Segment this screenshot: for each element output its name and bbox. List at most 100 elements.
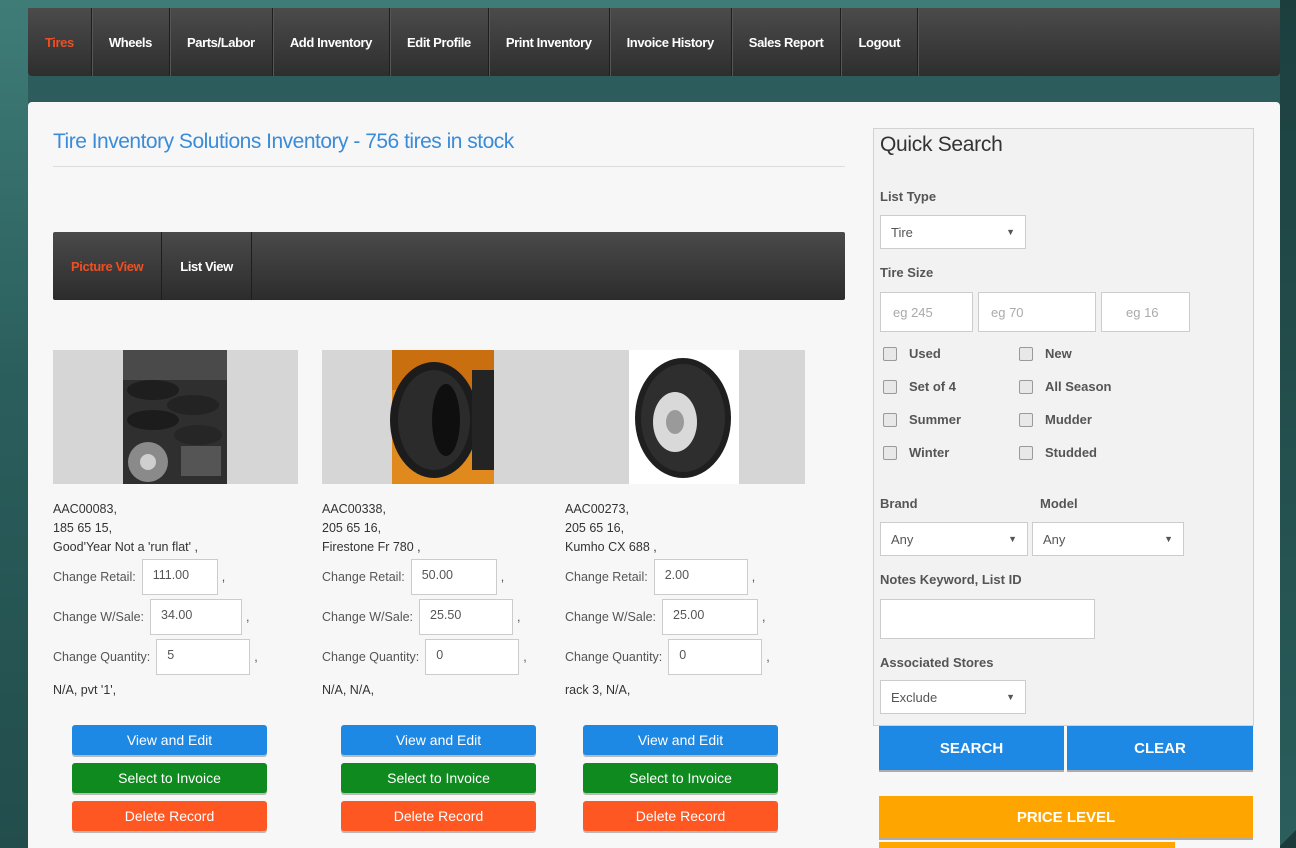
tab-picture-view[interactable]: Picture View [53, 232, 163, 300]
checkbox-label: Set of 4 [909, 379, 956, 394]
delete-record-button[interactable]: Delete Record [341, 801, 536, 831]
chevron-down-icon: ▼ [1006, 692, 1015, 702]
used-checkbox[interactable]: Used [883, 346, 941, 361]
card-actions: View and Edit Select to Invoice Delete R… [341, 725, 567, 831]
nav-parts-labor[interactable]: Parts/Labor [170, 8, 273, 76]
retail-row: Change Retail: 111.00 , [53, 557, 298, 597]
retail-input[interactable]: 2.00 [653, 559, 748, 595]
tire-size: 205 65 16, [322, 521, 382, 535]
tire-details: AAC00273, 205 65 16, Kumho CX 688 , [565, 500, 810, 557]
view-edit-button[interactable]: View and Edit [583, 725, 778, 755]
retail-input[interactable]: 111.00 [141, 559, 218, 595]
delete-record-button[interactable]: Delete Record [72, 801, 267, 831]
retail-label: Change Retail: [53, 570, 136, 584]
aspect-input[interactable]: eg 70 [978, 292, 1096, 332]
list-type-select[interactable]: Tire ▼ [880, 215, 1026, 249]
tire-notes: rack 3, N/A, [565, 683, 631, 697]
tire-notes: N/A, N/A, [322, 683, 375, 697]
checkbox-label: Mudder [1045, 412, 1092, 427]
nav-add-inventory[interactable]: Add Inventory [273, 8, 391, 76]
separator: , [246, 610, 250, 624]
nav-invoice-history[interactable]: Invoice History [610, 8, 732, 76]
model-select[interactable]: Any ▼ [1032, 522, 1184, 556]
separator: , [221, 570, 226, 584]
tire-photo[interactable] [322, 350, 567, 484]
select-to-invoice-button[interactable]: Select to Invoice [72, 763, 267, 793]
brand-select[interactable]: Any ▼ [880, 522, 1028, 556]
separator: , [500, 570, 505, 584]
tire-description: Good'Year Not a 'run flat' , [53, 540, 198, 554]
separator: , [523, 650, 527, 664]
main-navbar: Tires Wheels Parts/Labor Add Inventory E… [28, 8, 1280, 76]
chevron-down-icon: ▼ [1008, 534, 1017, 544]
delete-record-button[interactable]: Delete Record [583, 801, 778, 831]
nav-print-inventory[interactable]: Print Inventory [489, 8, 610, 76]
separator: , [517, 610, 521, 624]
tire-photo[interactable] [563, 350, 805, 484]
width-input[interactable]: eg 245 [880, 292, 973, 332]
quantity-input[interactable]: 0 [668, 639, 763, 675]
tire-id: AAC00338, [322, 502, 386, 516]
checkbox-box [883, 346, 897, 361]
tire-id: AAC00273, [565, 502, 629, 516]
notes-keyword-input[interactable] [880, 599, 1095, 639]
checkbox-box [1019, 412, 1033, 427]
search-button[interactable]: SEARCH [879, 726, 1064, 770]
checkbox-box [883, 445, 897, 460]
set-of-4-checkbox[interactable]: Set of 4 [883, 379, 956, 394]
list-type-label: List Type [880, 189, 937, 204]
wsale-input[interactable]: 34.00 [150, 599, 243, 635]
checkbox-label: All Season [1045, 379, 1112, 394]
wsale-input[interactable]: 25.00 [662, 599, 759, 635]
checkbox-box [1019, 379, 1033, 394]
tire-description: Kumho CX 688 , [565, 540, 657, 554]
wsale-row: Change W/Sale: 25.50 , [322, 597, 567, 637]
price-level-button[interactable]: PRICE LEVEL [879, 796, 1253, 838]
clear-button[interactable]: CLEAR [1067, 726, 1253, 770]
tab-list-view[interactable]: List View [162, 232, 252, 300]
window-corner [1278, 830, 1296, 848]
model-label: Model [1040, 496, 1078, 511]
tire-notes: N/A, pvt '1', [53, 683, 117, 697]
quantity-label: Change Quantity: [322, 650, 420, 664]
brand-label: Brand [880, 496, 918, 511]
nav-wheels[interactable]: Wheels [92, 8, 170, 76]
wsale-row: Change W/Sale: 25.00 , [565, 597, 810, 637]
retail-row: Change Retail: 50.00 , [322, 557, 567, 597]
nav-edit-profile[interactable]: Edit Profile [390, 8, 489, 76]
quantity-label: Change Quantity: [53, 650, 151, 664]
select-to-invoice-button[interactable]: Select to Invoice [583, 763, 778, 793]
quantity-row: Change Quantity: 0 , [322, 637, 567, 677]
nav-logout[interactable]: Logout [841, 8, 919, 76]
tire-photo[interactable] [53, 350, 298, 484]
new-checkbox[interactable]: New [1019, 346, 1072, 361]
wsale-label: Change W/Sale: [565, 610, 657, 624]
all-season-checkbox[interactable]: All Season [1019, 379, 1111, 394]
content-panel: Tire Inventory Solutions Inventory - 756… [28, 102, 1280, 848]
rim-input[interactable]: eg 16 [1101, 292, 1190, 332]
checkbox-box [883, 379, 897, 394]
summer-checkbox[interactable]: Summer [883, 412, 961, 427]
card-actions: View and Edit Select to Invoice Delete R… [583, 725, 810, 831]
associated-stores-select[interactable]: Exclude ▼ [880, 680, 1026, 714]
window-frame-left [0, 0, 28, 848]
nav-tires[interactable]: Tires [28, 8, 92, 76]
quantity-input[interactable]: 0 [425, 639, 520, 675]
winter-checkbox[interactable]: Winter [883, 445, 949, 460]
retail-input[interactable]: 50.00 [410, 559, 497, 595]
view-edit-button[interactable]: View and Edit [72, 725, 267, 755]
nav-sales-report[interactable]: Sales Report [732, 8, 842, 76]
mudder-checkbox[interactable]: Mudder [1019, 412, 1092, 427]
checkbox-box [883, 412, 897, 427]
select-to-invoice-button[interactable]: Select to Invoice [341, 763, 536, 793]
retail-label: Change Retail: [322, 570, 405, 584]
quantity-input[interactable]: 5 [156, 639, 251, 675]
card-actions: View and Edit Select to Invoice Delete R… [72, 725, 298, 831]
quick-search-panel: Quick Search List Type Tire ▼ Tire Size … [873, 128, 1254, 726]
separator: , [762, 610, 766, 624]
view-edit-button[interactable]: View and Edit [341, 725, 536, 755]
wsale-input[interactable]: 25.50 [419, 599, 514, 635]
studded-checkbox[interactable]: Studded [1019, 445, 1097, 460]
quantity-label: Change Quantity: [565, 650, 663, 664]
checkbox-label: Summer [909, 412, 962, 427]
